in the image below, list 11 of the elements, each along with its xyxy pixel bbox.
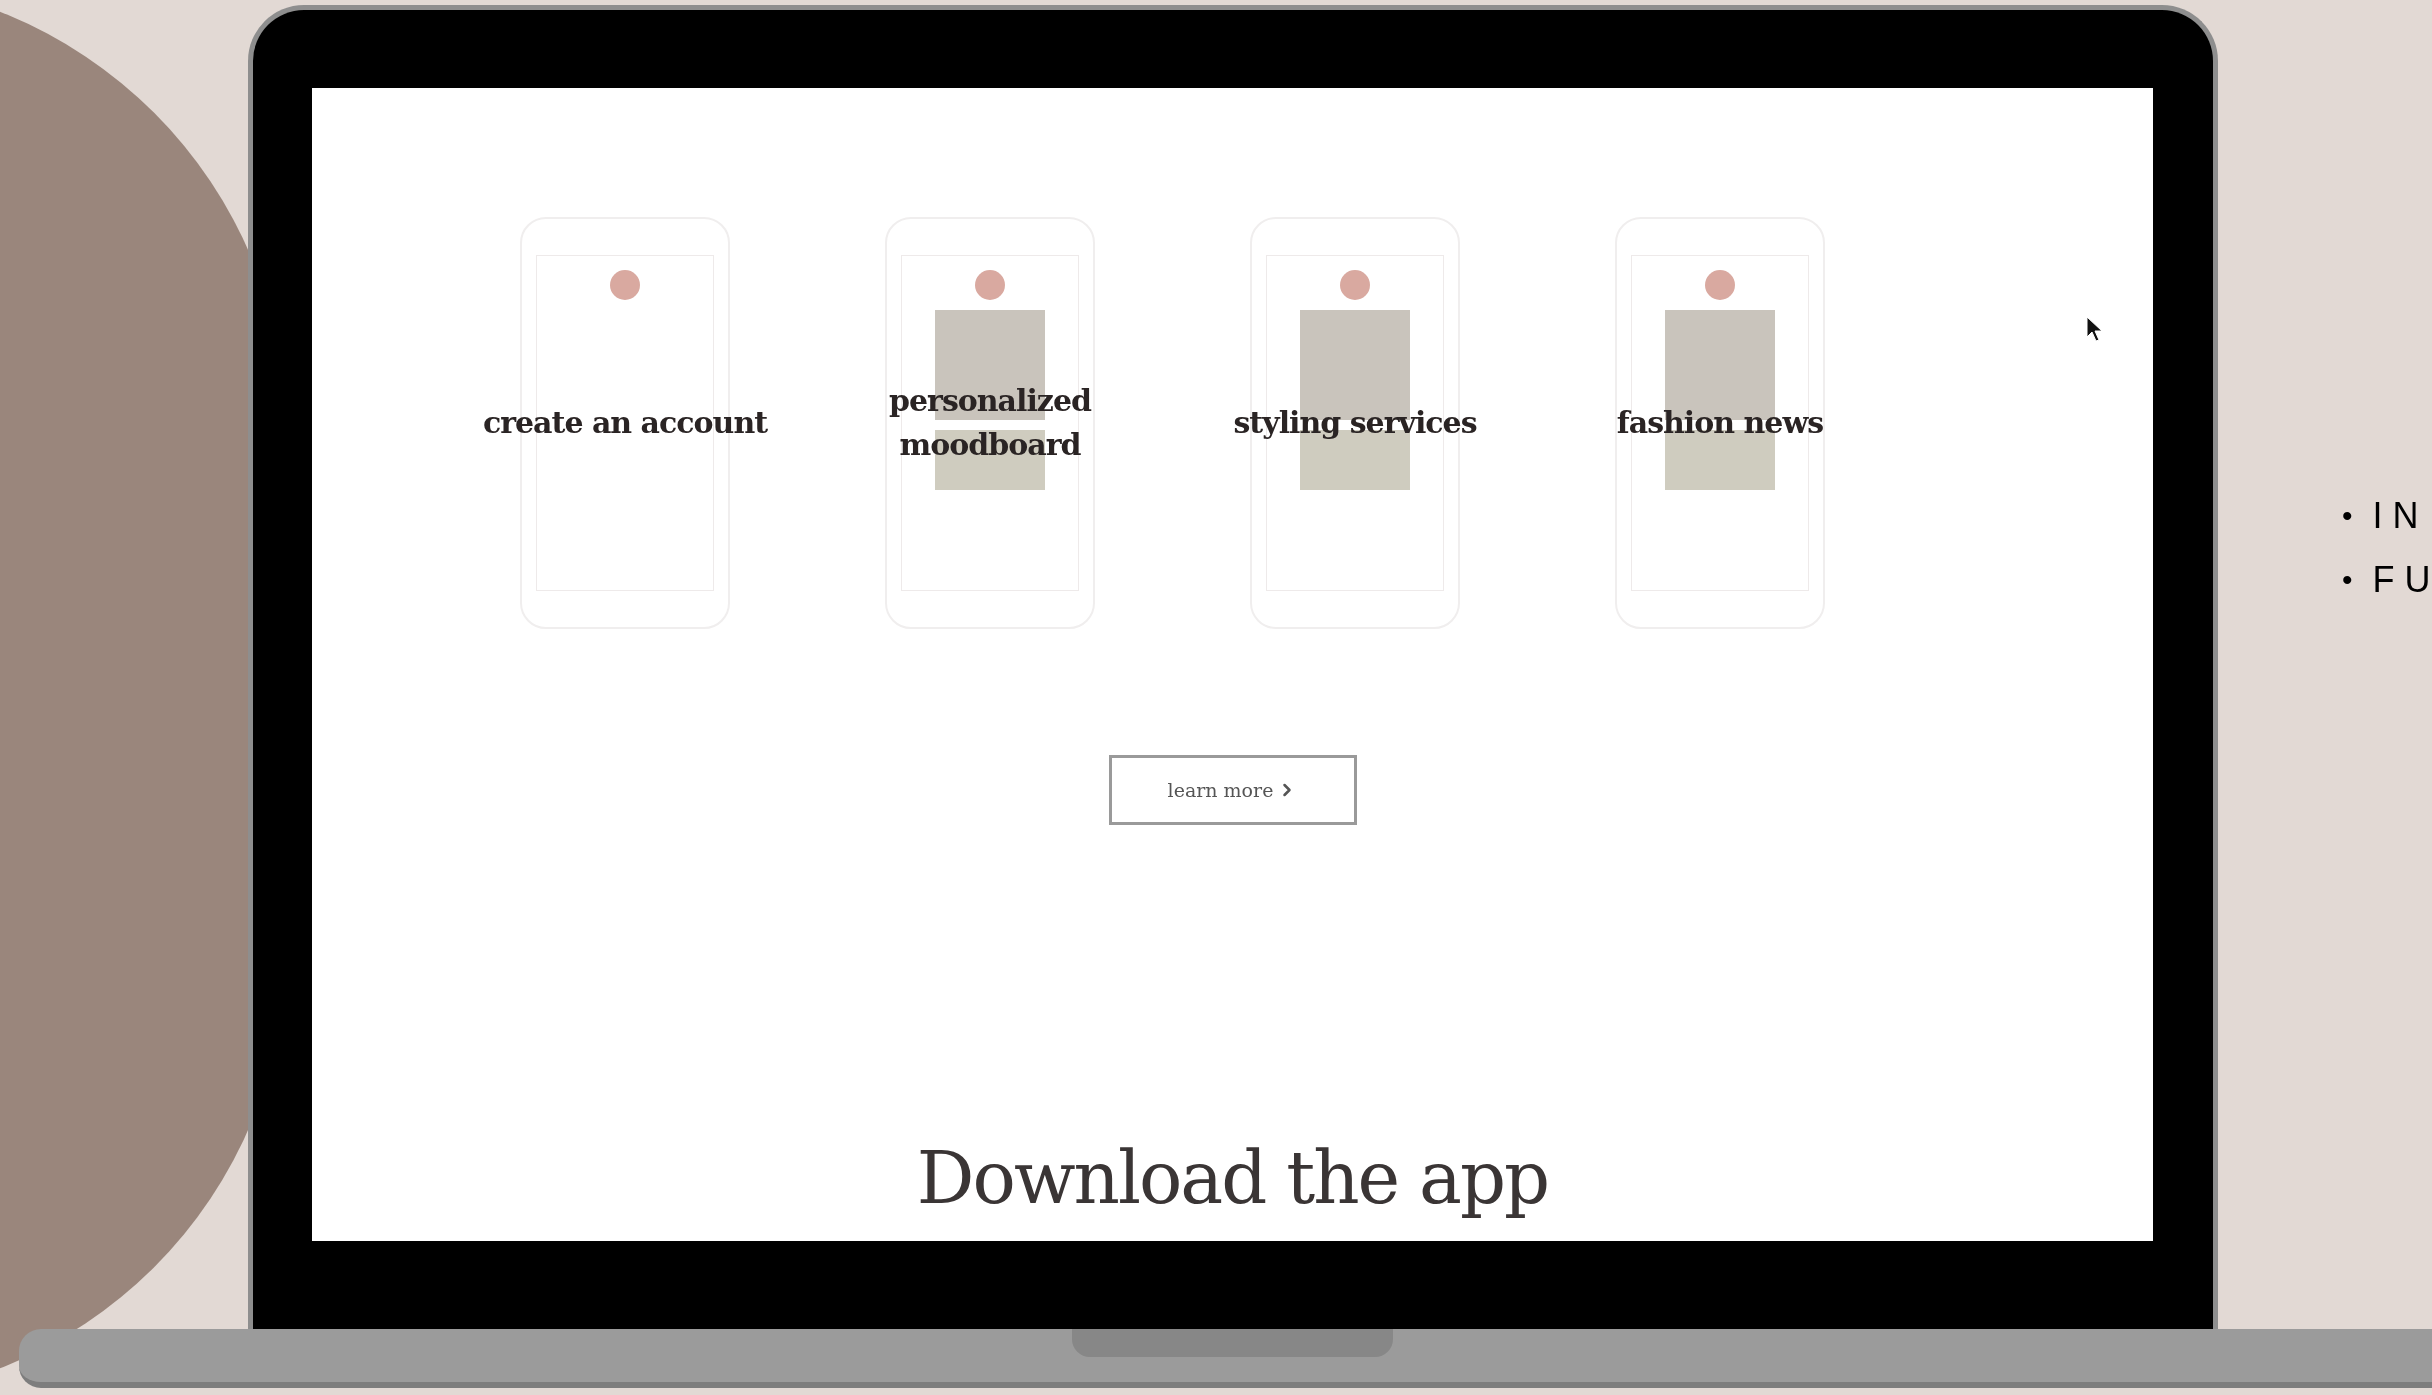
bullet-mark: • <box>2342 498 2353 534</box>
feature-title: fashion news <box>1615 404 1825 442</box>
cursor-icon <box>2086 316 2104 342</box>
download-heading: Download the app <box>916 1135 1549 1222</box>
learn-more-button[interactable]: learn more <box>1108 755 1357 825</box>
feature-title: create an account <box>481 404 769 442</box>
list-text: FU <box>2372 559 2432 601</box>
bullet-mark: • <box>2342 562 2353 598</box>
feature-title: personalized moodboard <box>888 382 1093 464</box>
feature-title: styling services <box>1232 404 1478 442</box>
list-text: IN <box>2372 495 2429 537</box>
